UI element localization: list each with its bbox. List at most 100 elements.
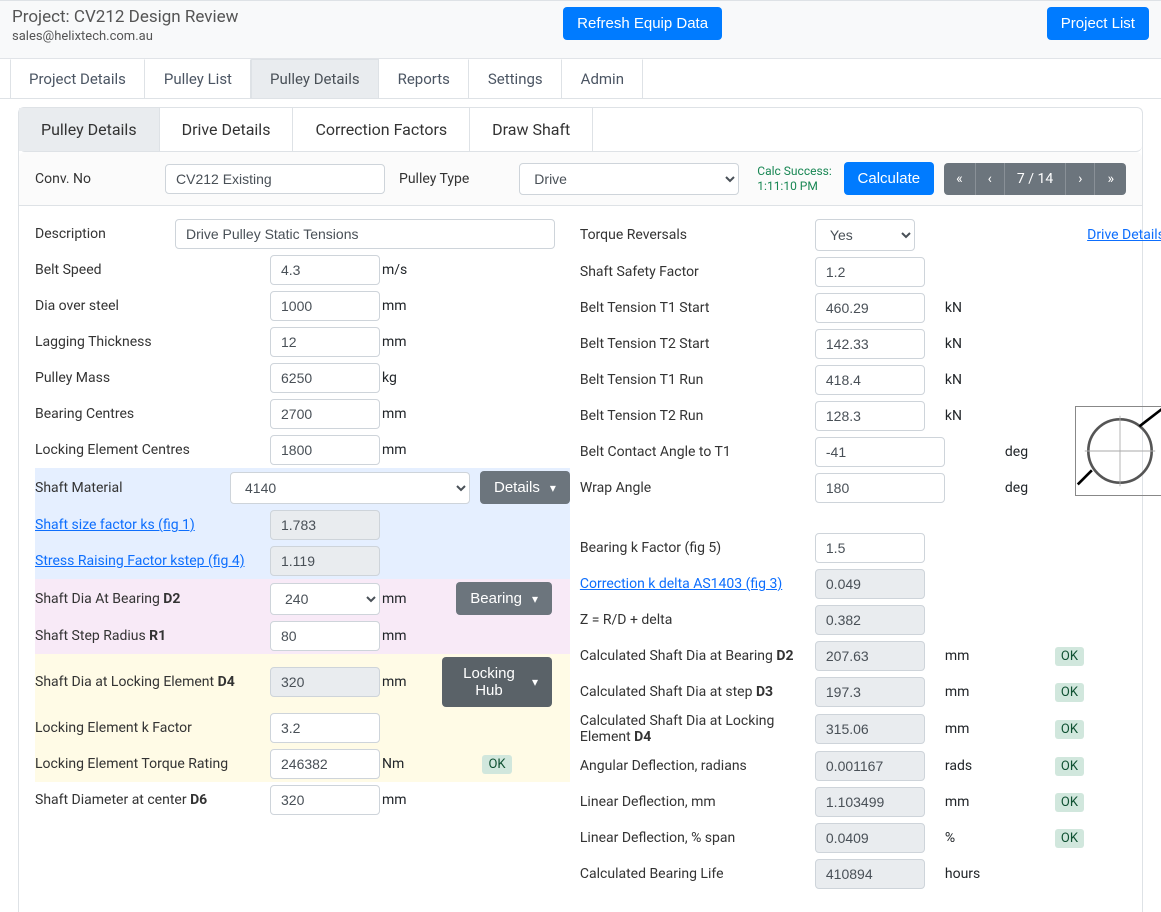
brgcentres-input[interactable] [270,399,380,429]
pager-first-icon[interactable]: « [944,163,976,195]
d6-input[interactable] [270,785,380,815]
wrap-diagram [1075,406,1161,496]
topbar: Project: CV212 Design Review sales@helix… [0,1,1161,59]
tab-reports[interactable]: Reports [379,59,469,98]
pager-next-icon[interactable]: › [1066,163,1095,195]
torquerev-select[interactable]: Yes [815,219,915,251]
ckd-output [815,569,925,599]
r1-input[interactable] [270,621,380,651]
details-button[interactable]: Details [480,471,570,504]
bkf-input[interactable] [815,533,925,563]
unit-deg: deg [1005,444,1055,460]
lindef-label: Linear Deflection, mm [580,794,815,810]
kstep-link[interactable]: Stress Raising Factor kstep (fig 4) [35,553,270,569]
drivedetails-link[interactable]: Drive Details [1087,227,1161,243]
t1s-label: Belt Tension T1 Start [580,300,815,316]
kstep-output [270,546,380,576]
unit-kg: kg [382,370,442,386]
t1r-label: Belt Tension T1 Run [580,372,815,388]
calc-time: 1:11:10 PM [757,179,831,193]
cd4-label: Calculated Shaft Dia at Locking Element … [580,713,815,745]
tab-pulley-list[interactable]: Pulley List [145,59,251,98]
lagthk-input[interactable] [270,327,380,357]
lockcentres-label: Locking Element Centres [35,442,270,458]
contact-email: sales@helixtech.com.au [12,29,238,44]
subtab-pulley-details[interactable]: Pulley Details [19,108,160,151]
linpct-output [815,823,925,853]
t1s-input[interactable] [815,293,925,323]
unit-deg: deg [1005,480,1055,496]
wrap-label: Wrap Angle [580,480,815,496]
pulleytype-select[interactable]: Drive [519,163,739,195]
subtab-correction[interactable]: Correction Factors [293,108,470,151]
unit-mm: mm [382,591,442,607]
lockk-label: Locking Element k Factor [35,720,270,736]
tab-pulley-details[interactable]: Pulley Details [251,59,379,98]
wrap-input[interactable] [815,473,945,503]
description-label: Description [35,226,175,242]
unit-pct: % [945,830,1005,846]
unit-mm: mm [382,334,442,350]
cd2-label: Calculated Shaft Dia at Bearing D2 [580,648,815,664]
t2s-input[interactable] [815,329,925,359]
torquerev-label: Torque Reversals [580,227,815,243]
unit-mm: mm [945,648,1005,664]
description-input[interactable] [175,219,555,249]
pager-last-icon[interactable]: » [1095,163,1126,195]
brglife-label: Calculated Bearing Life [580,866,815,882]
tab-settings[interactable]: Settings [469,59,562,98]
t2r-input[interactable] [815,401,925,431]
convno-label: Conv. No [35,171,155,187]
d4-label: Shaft Dia at Locking Element D4 [35,674,270,690]
pager-prev-icon[interactable]: ‹ [976,163,1005,195]
brglife-output [815,859,925,889]
beltspeed-input[interactable] [270,255,380,285]
t1r-input[interactable] [815,365,925,395]
r1-label: Shaft Step Radius R1 [35,628,270,644]
subtab-draw-shaft[interactable]: Draw Shaft [470,108,593,151]
unit-mm: mm [382,792,442,808]
refresh-button[interactable]: Refresh Equip Data [563,7,722,40]
convno-input[interactable] [165,164,385,194]
ks-output [270,510,380,540]
ok-badge: OK [1055,793,1084,812]
bearing-button[interactable]: Bearing [456,582,552,615]
lockk-input[interactable] [270,713,380,743]
shaftmat-select[interactable]: 4140 [230,472,470,504]
ssf-input[interactable] [815,257,925,287]
tab-project-details[interactable]: Project Details [10,59,145,98]
pulleymass-input[interactable] [270,363,380,393]
pager: « ‹ 7 / 14 › » [944,163,1126,195]
unit-mm: mm [382,298,442,314]
ok-badge: OK [1055,720,1084,739]
unit-hours: hours [945,866,1005,882]
cd2-output [815,641,925,671]
cd3-label: Calculated Shaft Dia at step D3 [580,684,815,700]
bca-label: Belt Contact Angle to T1 [580,444,815,460]
t2s-label: Belt Tension T2 Start [580,336,815,352]
unit-kn: kN [945,408,1005,424]
bca-input[interactable] [815,437,945,467]
cd3-output [815,677,925,707]
lockinghub-button[interactable]: Locking Hub [442,657,552,707]
beltspeed-unit: m/s [382,262,442,278]
d2-select[interactable]: 240 [270,583,380,615]
ok-badge: OK [1055,829,1084,848]
lagthk-label: Lagging Thickness [35,334,270,350]
unit-mm: mm [945,794,1005,810]
pager-position: 7 / 14 [1005,163,1066,195]
angdef-output [815,751,925,781]
ckd-link[interactable]: Correction k delta AS1403 (fig 3) [580,576,815,592]
tab-admin[interactable]: Admin [562,59,643,98]
calculate-button[interactable]: Calculate [844,162,935,195]
d4-output [270,667,380,697]
diasteel-input[interactable] [270,291,380,321]
locktrq-input[interactable] [270,749,380,779]
subtab-drive-details[interactable]: Drive Details [160,108,294,151]
lockcentres-input[interactable] [270,435,380,465]
z-output [815,605,925,635]
ks-link[interactable]: Shaft size factor ks (fig 1) [35,517,270,533]
unit-mm: mm [945,721,1005,737]
shaftmat-label: Shaft Material [35,480,230,496]
project-list-button[interactable]: Project List [1047,7,1149,40]
